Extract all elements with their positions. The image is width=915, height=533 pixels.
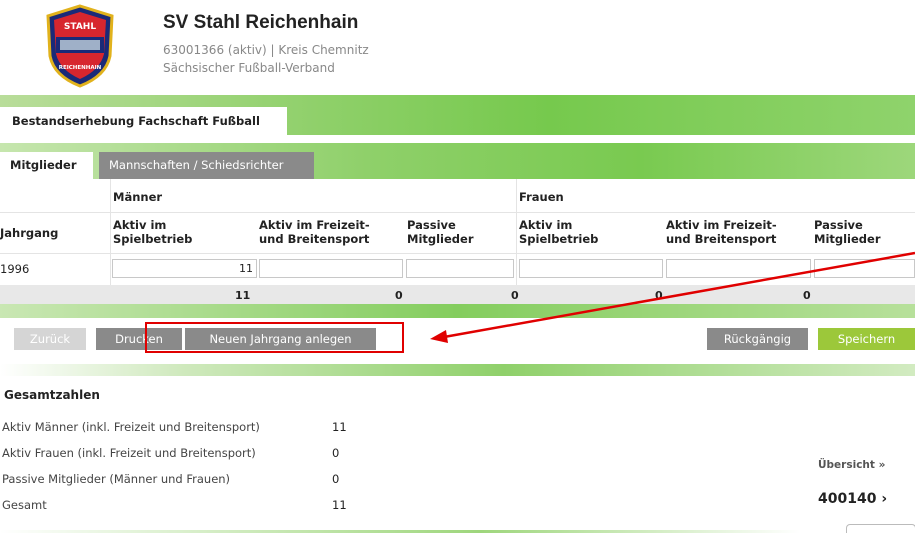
tab-mannschaften-schiedsrichter[interactable]: Mannschaften / Schiedsrichter — [99, 152, 314, 179]
sum-women-leisure: 0 — [803, 289, 811, 302]
col-header-men-passive-1: Passive — [407, 218, 456, 232]
men-passive-input[interactable] — [406, 259, 514, 278]
sidebar-number-link[interactable]: 400140 › — [818, 491, 887, 507]
tab-bestandserhebung[interactable]: Bestandserhebung Fachschaft Fußball — [0, 107, 287, 135]
sum-men-passive: 0 — [511, 289, 519, 302]
col-header-men-active-1: Aktiv im — [113, 218, 167, 232]
men-active-input[interactable]: 11 — [112, 259, 257, 278]
totals-label: Aktiv Männer (inkl. Freizeit und Breiten… — [2, 420, 260, 434]
sidebar-box — [846, 524, 915, 533]
col-header-women-active-2: Spielbetrieb — [519, 232, 599, 246]
sum-men-leisure: 0 — [395, 289, 403, 302]
save-button[interactable]: Speichern — [818, 328, 915, 350]
buttons-footer-band — [0, 364, 915, 376]
col-header-women-leisure-2: und Breitensport — [666, 232, 777, 246]
totals-value: 0 — [332, 446, 340, 460]
totals-value: 0 — [332, 472, 340, 486]
col-header-men-leisure-1: Aktiv im Freizeit- — [259, 218, 370, 232]
col-header-women-active-1: Aktiv im — [519, 218, 573, 232]
totals-value: 11 — [332, 498, 347, 512]
logo-text-bottom: REICHENHAIN — [59, 65, 102, 71]
totals-label: Gesamt — [2, 498, 47, 512]
col-header-men-active-2: Spielbetrieb — [113, 232, 193, 246]
totals-title: Gesamtzahlen — [4, 388, 100, 402]
totals-label: Passive Mitglieder (Männer und Frauen) — [2, 472, 231, 486]
women-active-input[interactable] — [519, 259, 663, 278]
group-header-women: Frauen — [519, 190, 564, 204]
club-id-line: 63001366 (aktiv) | Kreis Chemnitz — [163, 43, 369, 57]
table-row-divider — [0, 212, 915, 213]
sum-row — [0, 285, 915, 304]
totals-value: 11 — [332, 420, 347, 434]
annotation-highlight-box — [145, 322, 404, 353]
col-header-year: Jahrgang — [0, 226, 59, 240]
club-name: SV Stahl Reichenhain — [163, 12, 359, 33]
undo-button[interactable]: Rückgängig — [707, 328, 808, 350]
tab-mitglieder[interactable]: Mitglieder — [0, 152, 93, 179]
club-association: Sächsischer Fußball-Verband — [163, 61, 335, 75]
col-header-women-passive-1: Passive — [814, 218, 863, 232]
club-logo: STAHL REICHENHAIN — [46, 4, 114, 88]
logo-text-top: STAHL — [64, 22, 96, 32]
col-header-women-leisure-1: Aktiv im Freizeit- — [666, 218, 777, 232]
table-footer-band — [0, 304, 915, 318]
col-header-women-passive-2: Mitglieder — [814, 232, 881, 246]
section-band-spacer — [0, 135, 915, 143]
totals-label: Aktiv Frauen (inkl. Freizeit und Breiten… — [2, 446, 256, 460]
sum-women-active: 0 — [655, 289, 663, 302]
club-header: STAHL REICHENHAIN SV Stahl Reichenhain 6… — [0, 0, 915, 95]
group-header-men: Männer — [113, 190, 163, 204]
col-header-men-leisure-2: und Breitensport — [259, 232, 370, 246]
overview-link[interactable]: Übersicht » — [818, 459, 885, 471]
table-row-divider — [0, 253, 915, 254]
women-leisure-input[interactable] — [666, 259, 811, 278]
back-button[interactable]: Zurück — [14, 328, 86, 350]
col-header-men-passive-2: Mitglieder — [407, 232, 474, 246]
year-cell: 1996 — [0, 262, 30, 276]
sum-men-active: 11 — [235, 289, 251, 302]
men-leisure-input[interactable] — [259, 259, 403, 278]
women-passive-input[interactable] — [814, 259, 915, 278]
